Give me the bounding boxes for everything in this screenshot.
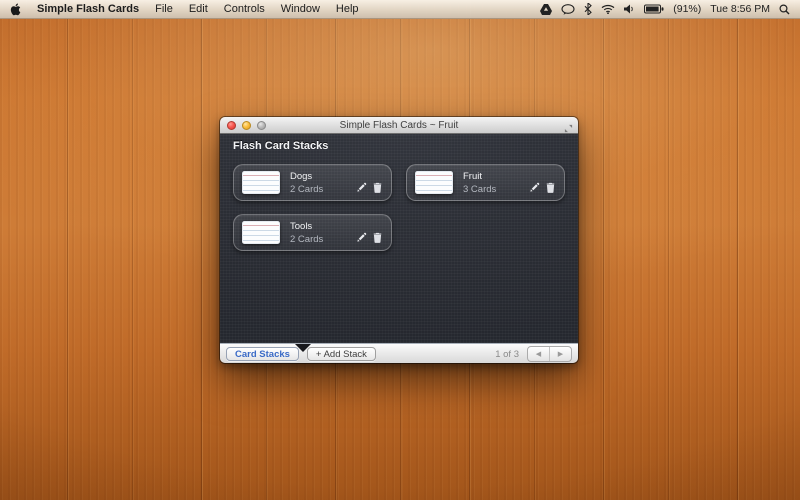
app-window: Simple Flash Cards ~ Fruit Flash Card St… bbox=[220, 117, 578, 363]
page-indicator: 1 of 3 bbox=[495, 349, 519, 360]
menu-edit[interactable]: Edit bbox=[189, 3, 208, 15]
volume-icon[interactable] bbox=[624, 4, 635, 14]
flash-card-icon bbox=[242, 171, 280, 194]
pagination-control: ◀ ▶ bbox=[527, 346, 572, 362]
battery-percentage: (91%) bbox=[673, 3, 701, 15]
stack-tools[interactable]: Tools 2 Cards bbox=[233, 214, 392, 251]
pencil-icon[interactable] bbox=[529, 182, 540, 193]
selected-view-pointer bbox=[295, 344, 311, 352]
menu-app-name[interactable]: Simple Flash Cards bbox=[37, 3, 139, 15]
stack-name: Fruit bbox=[463, 170, 496, 183]
stacks-view: Flash Card Stacks Dogs 2 Cards Fruit 3 C… bbox=[220, 134, 578, 343]
battery-icon[interactable] bbox=[644, 4, 664, 14]
stack-card-count: 3 Cards bbox=[463, 183, 496, 196]
chat-icon[interactable] bbox=[561, 4, 575, 15]
pencil-icon[interactable] bbox=[356, 232, 367, 243]
flash-card-icon bbox=[242, 221, 280, 244]
content-header: Flash Card Stacks bbox=[233, 140, 328, 152]
previous-page-icon[interactable]: ◀ bbox=[528, 347, 549, 361]
card-stacks-button[interactable]: Card Stacks bbox=[226, 347, 299, 361]
zoom-button[interactable] bbox=[257, 121, 266, 130]
add-stack-button[interactable]: + Add Stack bbox=[307, 347, 376, 361]
wifi-icon[interactable] bbox=[601, 4, 615, 14]
bluetooth-icon[interactable] bbox=[584, 3, 592, 15]
menu-help[interactable]: Help bbox=[336, 3, 359, 15]
trash-icon[interactable] bbox=[546, 182, 555, 193]
bottom-toolbar: Card Stacks + Add Stack 1 of 3 ◀ ▶ bbox=[220, 343, 578, 363]
menu-clock[interactable]: Tue 8:56 PM bbox=[710, 3, 770, 15]
spotlight-icon[interactable] bbox=[779, 4, 790, 15]
window-title: Simple Flash Cards ~ Fruit bbox=[220, 120, 578, 131]
stack-card-count: 2 Cards bbox=[290, 183, 323, 196]
menu-file[interactable]: File bbox=[155, 3, 173, 15]
flash-card-icon bbox=[415, 171, 453, 194]
pencil-icon[interactable] bbox=[356, 182, 367, 193]
close-button[interactable] bbox=[227, 121, 236, 130]
stack-fruit[interactable]: Fruit 3 Cards bbox=[406, 164, 565, 201]
window-title-bar[interactable]: Simple Flash Cards ~ Fruit bbox=[220, 117, 578, 134]
trash-icon[interactable] bbox=[373, 182, 382, 193]
next-page-icon[interactable]: ▶ bbox=[549, 347, 571, 361]
stack-name: Tools bbox=[290, 220, 323, 233]
menu-controls[interactable]: Controls bbox=[224, 3, 265, 15]
minimize-button[interactable] bbox=[242, 121, 251, 130]
trash-icon[interactable] bbox=[373, 232, 382, 243]
menu-window[interactable]: Window bbox=[281, 3, 320, 15]
stack-dogs[interactable]: Dogs 2 Cards bbox=[233, 164, 392, 201]
stack-name: Dogs bbox=[290, 170, 323, 183]
stack-card-count: 2 Cards bbox=[290, 233, 323, 246]
drive-icon[interactable] bbox=[540, 4, 552, 15]
apple-menu-icon[interactable] bbox=[10, 3, 21, 16]
menu-bar: Simple Flash Cards File Edit Controls Wi… bbox=[0, 0, 800, 19]
